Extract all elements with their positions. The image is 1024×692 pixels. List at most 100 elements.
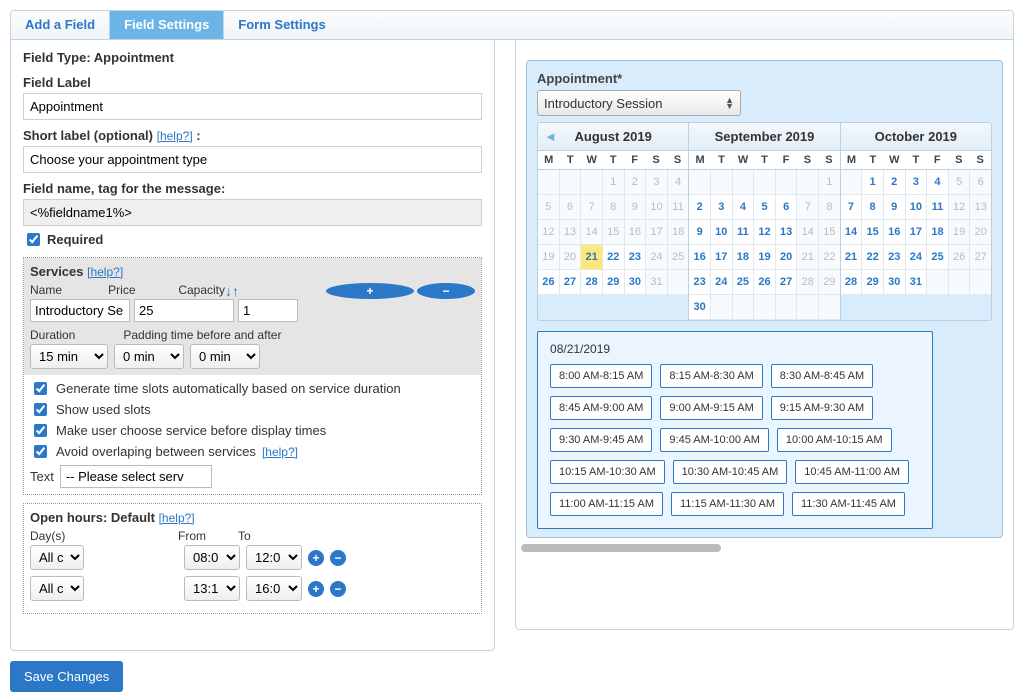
service-name-input[interactable] (30, 299, 130, 322)
calendar-day[interactable]: 18 (733, 245, 755, 270)
from-select-2[interactable]: 13:1 (184, 576, 240, 601)
days-select-2[interactable]: All c (30, 576, 84, 601)
calendar-day[interactable]: 2 (884, 170, 906, 195)
calendar-day[interactable]: 22 (603, 245, 625, 270)
calendar-day[interactable]: 27 (776, 270, 798, 295)
calendar-day[interactable]: 3 (711, 195, 733, 220)
time-slot[interactable]: 10:15 AM-10:30 AM (550, 460, 665, 484)
calendar-day[interactable]: 23 (884, 245, 906, 270)
calendar-day[interactable]: 30 (689, 295, 711, 320)
calendar-day[interactable]: 21 (841, 245, 863, 270)
calendar-day[interactable]: 30 (625, 270, 647, 295)
tab-field-settings[interactable]: Field Settings (110, 11, 224, 39)
calendar-day[interactable]: 29 (603, 270, 625, 295)
calendar-day[interactable]: 28 (581, 270, 603, 295)
calendar-day[interactable]: 11 (927, 195, 949, 220)
calendar-day[interactable]: 24 (711, 270, 733, 295)
calendar-day[interactable]: 28 (841, 270, 863, 295)
calendar-day[interactable]: 31 (906, 270, 928, 295)
tab-add-a-field[interactable]: Add a Field (11, 11, 110, 39)
calendar-day[interactable]: 8 (862, 195, 884, 220)
choose-service-checkbox[interactable] (34, 424, 47, 437)
save-changes-button[interactable]: Save Changes (10, 661, 123, 692)
remove-schedule-2-button[interactable]: − (330, 581, 346, 597)
calendar-day[interactable]: 17 (906, 220, 928, 245)
avoid-overlap-checkbox[interactable] (34, 445, 47, 458)
calendar-day[interactable]: 19 (754, 245, 776, 270)
time-slot[interactable]: 9:45 AM-10:00 AM (660, 428, 769, 452)
time-slot[interactable]: 8:00 AM-8:15 AM (550, 364, 652, 388)
calendar-day[interactable]: 20 (776, 245, 798, 270)
prev-month-icon[interactable]: ◄ (544, 129, 557, 144)
calendar-day[interactable]: 12 (754, 220, 776, 245)
open-hours-help[interactable]: [help?] (159, 511, 195, 525)
time-slot[interactable]: 9:00 AM-9:15 AM (660, 396, 762, 420)
calendar-day[interactable]: 9 (689, 220, 711, 245)
time-slot[interactable]: 11:15 AM-11:30 AM (671, 492, 784, 516)
time-slot[interactable]: 11:00 AM-11:15 AM (550, 492, 663, 516)
calendar-day[interactable]: 18 (927, 220, 949, 245)
horizontal-scrollbar[interactable] (521, 544, 721, 552)
time-slot[interactable]: 10:00 AM-10:15 AM (777, 428, 892, 452)
placeholder-text-input[interactable] (60, 465, 212, 488)
time-slot[interactable]: 8:30 AM-8:45 AM (771, 364, 873, 388)
service-price-input[interactable] (134, 299, 234, 322)
service-select[interactable]: Introductory Session ▲▼ (537, 90, 741, 116)
padding-before-select[interactable]: 0 min (114, 344, 184, 369)
calendar-day[interactable]: 16 (884, 220, 906, 245)
remove-service-button[interactable]: − (417, 283, 475, 299)
calendar-day[interactable]: 27 (560, 270, 582, 295)
calendar-day[interactable]: 16 (689, 245, 711, 270)
calendar-day[interactable]: 25 (733, 270, 755, 295)
calendar-day[interactable]: 6 (776, 195, 798, 220)
show-used-checkbox[interactable] (34, 403, 47, 416)
time-slot[interactable]: 11:30 AM-11:45 AM (792, 492, 905, 516)
calendar-day[interactable]: 11 (733, 220, 755, 245)
time-slot[interactable]: 8:15 AM-8:30 AM (660, 364, 762, 388)
calendar-day[interactable]: 13 (776, 220, 798, 245)
calendar-day[interactable]: 14 (841, 220, 863, 245)
time-slot[interactable]: 10:45 AM-11:00 AM (795, 460, 909, 484)
add-schedule-2-button[interactable]: + (308, 581, 324, 597)
time-slot[interactable]: 9:15 AM-9:30 AM (771, 396, 873, 420)
field-name-tag-input[interactable] (23, 199, 482, 226)
calendar-day[interactable]: 26 (754, 270, 776, 295)
to-select-1[interactable]: 12:0 (246, 545, 302, 570)
time-slot[interactable]: 8:45 AM-9:00 AM (550, 396, 652, 420)
service-capacity-input[interactable] (238, 299, 298, 322)
remove-schedule-1-button[interactable]: − (330, 550, 346, 566)
overlap-help[interactable]: [help?] (262, 445, 298, 459)
calendar-day[interactable]: 3 (906, 170, 928, 195)
calendar-day[interactable]: 7 (841, 195, 863, 220)
padding-after-select[interactable]: 0 min (190, 344, 260, 369)
from-select-1[interactable]: 08:0 (184, 545, 240, 570)
tab-form-settings[interactable]: Form Settings (224, 11, 1013, 39)
calendar-day[interactable]: 22 (862, 245, 884, 270)
days-select-1[interactable]: All c (30, 545, 84, 570)
sort-icon[interactable]: ↓↑ (225, 283, 323, 299)
calendar-day[interactable]: 5 (754, 195, 776, 220)
services-help[interactable]: [help?] (87, 265, 123, 279)
required-checkbox[interactable] (27, 233, 40, 246)
to-select-2[interactable]: 16:0 (246, 576, 302, 601)
calendar-day[interactable]: 17 (711, 245, 733, 270)
calendar-day[interactable]: 10 (711, 220, 733, 245)
calendar-day[interactable]: 15 (862, 220, 884, 245)
calendar-day[interactable]: 4 (927, 170, 949, 195)
calendar-day[interactable]: 10 (906, 195, 928, 220)
calendar-day[interactable]: 2 (689, 195, 711, 220)
add-service-button[interactable]: + (326, 283, 414, 299)
calendar-day[interactable]: 30 (884, 270, 906, 295)
field-label-input[interactable] (23, 93, 482, 120)
time-slot[interactable]: 9:30 AM-9:45 AM (550, 428, 652, 452)
calendar-day[interactable]: 23 (625, 245, 647, 270)
calendar-day[interactable]: 23 (689, 270, 711, 295)
calendar-day[interactable]: 25 (927, 245, 949, 270)
short-label-input[interactable] (23, 146, 482, 173)
short-label-help[interactable]: [help?] (157, 129, 193, 143)
calendar-day[interactable]: 26 (538, 270, 560, 295)
duration-select[interactable]: 15 min (30, 344, 108, 369)
calendar-day[interactable]: 29 (862, 270, 884, 295)
calendar-day[interactable]: 1 (862, 170, 884, 195)
calendar-day[interactable]: 9 (884, 195, 906, 220)
